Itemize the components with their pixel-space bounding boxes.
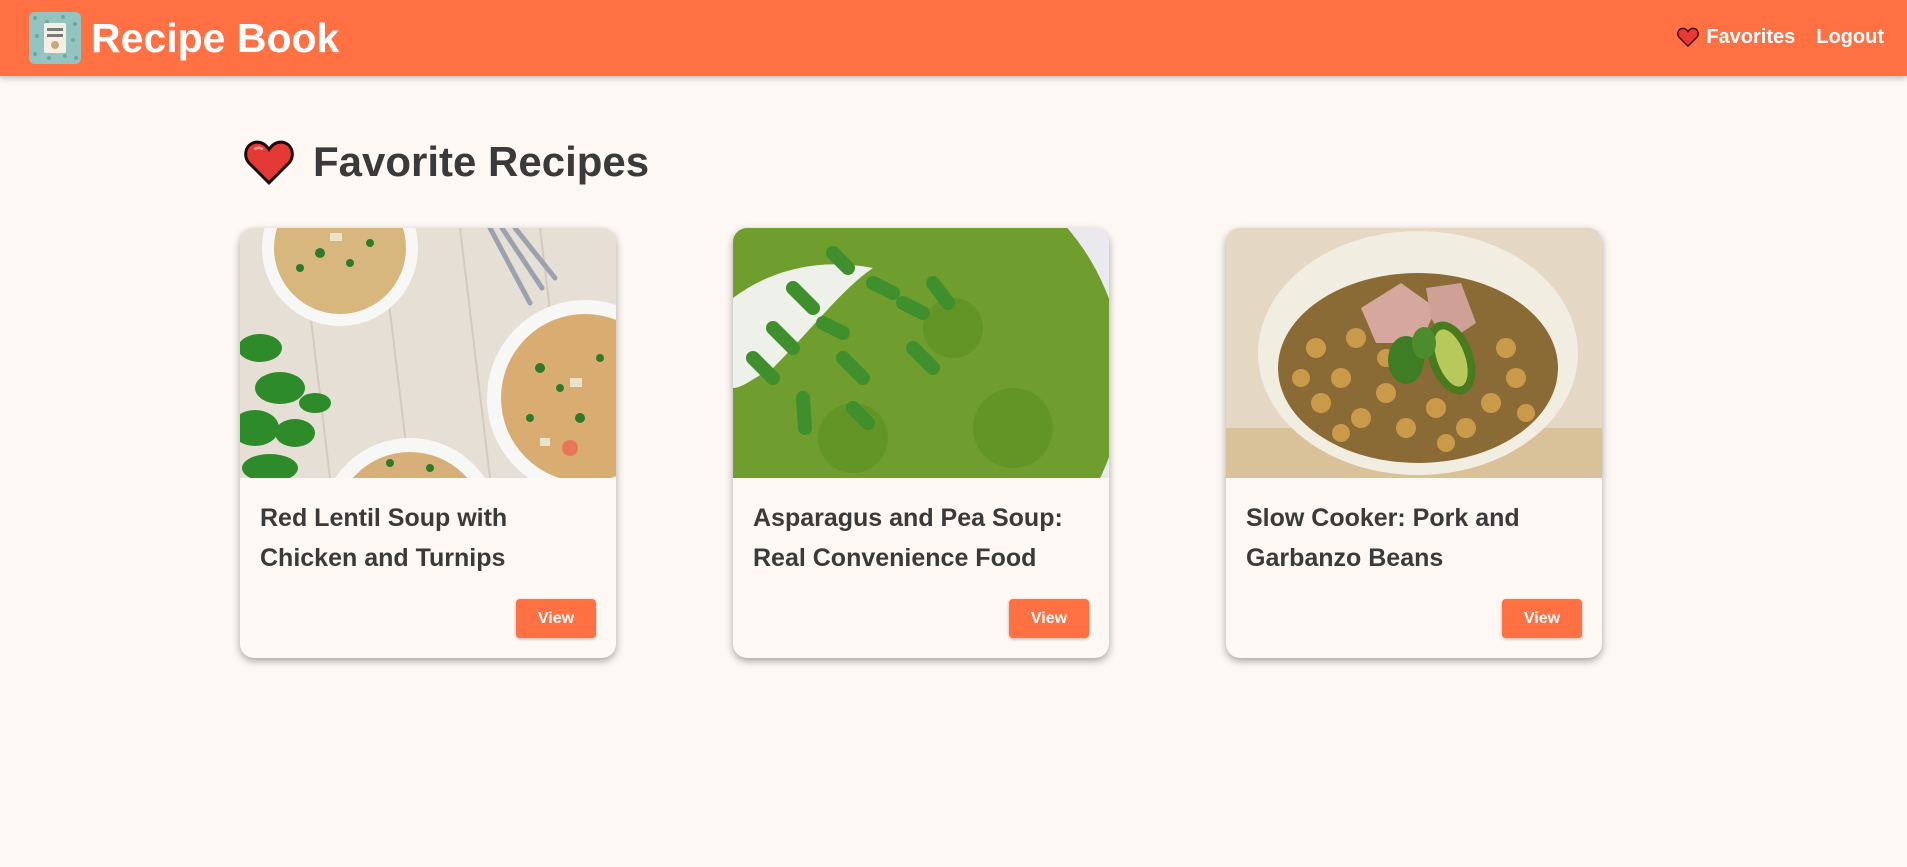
recipe-book-logo-icon — [29, 12, 81, 64]
page-title-text: Favorite Recipes — [313, 138, 650, 185]
navbar: Recipe Book Favorites Logout — [0, 0, 1907, 76]
recipe-title: Slow Cooker: Pork and Garbanzo Beans — [1246, 504, 1520, 572]
brand-link[interactable]: Recipe Book — [29, 12, 339, 64]
view-recipe-button[interactable]: View — [516, 599, 596, 638]
nav-favorites-label: Favorites — [1706, 25, 1796, 48]
nav-logout-link[interactable]: Logout — [1816, 26, 1884, 49]
recipe-card: Slow Cooker: Pork and Garbanzo Beans Vie… — [1226, 228, 1602, 658]
recipe-card: Asparagus and Pea Soup: Real Convenience… — [733, 228, 1109, 658]
lentil-soup-photo[interactable] — [240, 228, 616, 478]
brand-name: Recipe Book — [91, 14, 340, 61]
view-recipe-button[interactable]: View — [1009, 599, 1089, 638]
recipe-title: Red Lentil Soup with Chicken and Turnips — [260, 504, 508, 572]
recipe-card: Red Lentil Soup with Chicken and Turnips… — [240, 228, 616, 658]
heart-icon — [1677, 27, 1700, 47]
view-recipe-button[interactable]: View — [1502, 599, 1582, 638]
heart-icon — [243, 139, 295, 185]
nav-logout-label: Logout — [1816, 25, 1884, 48]
pork-garbanzo-photo[interactable] — [1226, 228, 1602, 478]
asparagus-pea-soup-photo[interactable] — [733, 228, 1109, 478]
page-title: Favorite Recipes — [243, 132, 649, 192]
nav-favorites-link[interactable]: Favorites — [1677, 26, 1795, 49]
nav-links: Favorites Logout — [1677, 0, 1884, 74]
recipe-title: Asparagus and Pea Soup: Real Convenience… — [753, 504, 1063, 572]
